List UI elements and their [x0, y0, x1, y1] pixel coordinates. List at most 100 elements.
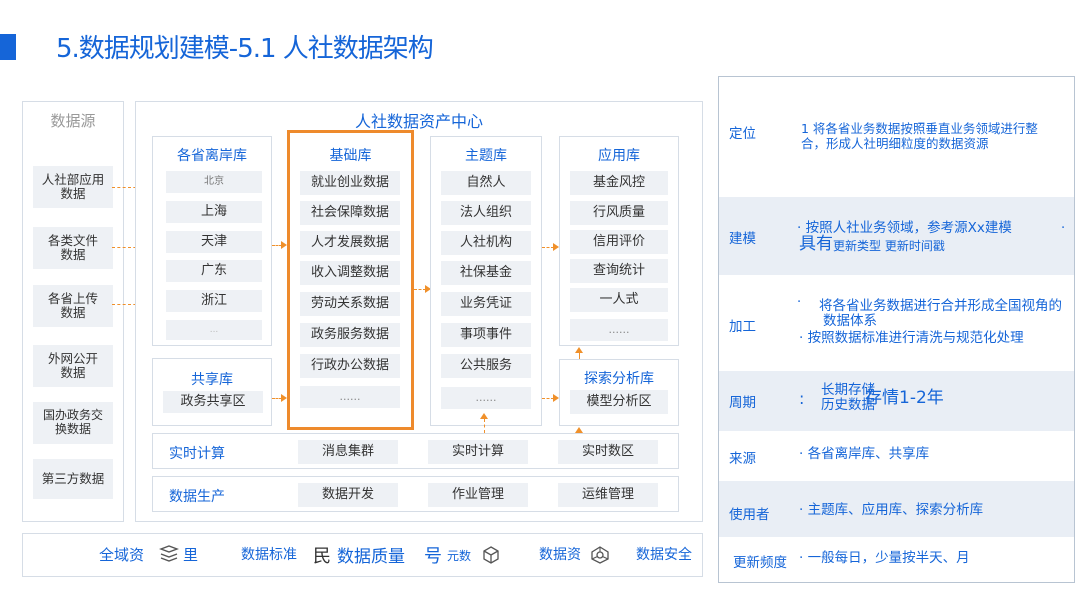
realtime-item: 实时数区	[558, 440, 658, 464]
data-source-panel: 数据源 人社部应用数据 各类文件数据 各省上传数据 外网公开数据 国办政务交换数…	[22, 101, 124, 522]
theme-item: 事项事件	[441, 323, 531, 347]
base-library: 基础库 就业创业数据 社会保障数据 人才发展数据 收入调整数据 劳动关系数据 政…	[287, 130, 414, 430]
provincial-library: 各省离岸库 北京 上海 天津 广东 浙江 ...	[152, 136, 272, 346]
governance-item: 全域资	[99, 546, 145, 564]
governance-item: 数据资	[539, 547, 581, 563]
info-row-source: 来源 · 各省离岸库、共享库	[719, 431, 1074, 481]
explore-library-header: 探索分析库	[584, 371, 654, 387]
governance-item: 数据质量	[337, 547, 405, 567]
source-item: 第三方数据	[33, 459, 113, 499]
theme-item: 公共服务	[441, 354, 531, 378]
info-row-label: 建模	[729, 231, 756, 247]
info-row-positioning: 定位 1 将各省业务数据按照垂直业务领域进行整 合，形成人社明细粒度的数据资源	[719, 77, 1074, 197]
realtime-item: 实时计算	[428, 440, 528, 464]
bullet-dot: ·	[1061, 221, 1066, 236]
info-row-label: 周期	[729, 395, 756, 411]
shared-library: 共享库 政务共享区	[152, 358, 272, 426]
app-item: 基金风控	[570, 171, 668, 195]
governance-item: 民	[313, 546, 331, 567]
info-row-label: 使用者	[729, 507, 770, 523]
data-asset-center-title: 人社数据资产中心	[354, 112, 483, 131]
app-item: 查询统计	[570, 259, 668, 283]
info-panel: 定位 1 将各省业务数据按照垂直业务领域进行整 合，形成人社明细粒度的数据资源 …	[718, 76, 1075, 583]
info-row-label: 更新频度	[733, 555, 787, 571]
info-row-label: 加工	[729, 319, 756, 335]
theme-item: 社保基金	[441, 261, 531, 285]
info-row-period: 周期 : 长期存储 历史数据 存情1-2年	[719, 371, 1074, 431]
theme-library: 主题库 自然人 法人组织 人社机构 社保基金 业务凭证 事项事件 公共服务 ..…	[430, 136, 542, 426]
data-source-header: 数据源	[50, 112, 96, 130]
base-item: 社会保障数据	[300, 201, 400, 225]
province-item: 北京	[166, 171, 262, 193]
app-library-header: 应用库	[598, 148, 640, 164]
cube-icon	[481, 545, 501, 569]
source-item: 各省上传数据	[33, 285, 113, 327]
info-row-text: 1 将各省业务数据按照垂直业务领域进行整	[801, 121, 1038, 136]
network-icon	[589, 545, 611, 569]
base-item: ......	[300, 386, 400, 408]
base-item: 政务服务数据	[300, 323, 400, 347]
info-row-text: 存情1-2年	[865, 388, 944, 408]
shared-item: 政务共享区	[163, 391, 263, 413]
realtime-item: 消息集群	[298, 440, 398, 464]
data-production-row: 数据生产 数据开发 作业管理 运维管理	[152, 476, 679, 512]
app-library: 应用库 基金风控 行风质量 信用评价 查询统计 一人式 ......	[559, 136, 679, 346]
province-item: 浙江	[166, 290, 262, 312]
source-item: 外网公开数据	[33, 345, 113, 387]
production-item: 运维管理	[558, 483, 658, 507]
governance-item: 元数	[447, 549, 472, 563]
info-row-text: 具有	[799, 234, 833, 254]
province-item: 天津	[166, 231, 262, 253]
info-row-text: · 一般每日，少量按半天、月	[799, 550, 970, 566]
app-item: 行风质量	[570, 201, 668, 225]
info-row-text: 数据体系	[823, 313, 877, 329]
info-row-text: 更新类型 更新时间戳	[833, 239, 945, 253]
provincial-library-header: 各省离岸库	[177, 148, 247, 164]
base-library-header: 基础库	[329, 148, 372, 164]
explore-item: 模型分析区	[570, 390, 668, 414]
base-item: 行政办公数据	[300, 354, 400, 378]
theme-library-header: 主题库	[465, 148, 507, 164]
source-item: 国办政务交换数据	[33, 402, 113, 444]
explore-library: 探索分析库 模型分析区	[559, 359, 679, 426]
theme-item: 法人组织	[441, 201, 531, 225]
base-item: 收入调整数据	[300, 261, 400, 285]
realtime-compute-label: 实时计算	[169, 446, 225, 462]
source-item: 人社部应用数据	[33, 166, 113, 208]
flow-arrow	[484, 419, 485, 433]
page-title: 5.数据规划建模-5.1 人社数据架构	[56, 34, 434, 64]
production-item: 数据开发	[298, 483, 398, 507]
theme-item: 人社机构	[441, 231, 531, 255]
info-row-text: · 主题库、应用库、探索分析库	[799, 502, 984, 518]
info-row-processing: 加工 · 将各省业务数据进行合并形成全国视角的 数据体系 · 按照数据标准进行清…	[719, 275, 1074, 371]
title-accent-bar	[0, 34, 16, 60]
realtime-compute-row: 实时计算 消息集群 实时计算 实时数区	[152, 433, 679, 469]
info-row-modeling: 建模 · 按照人社业务领域，参考源Xx建模 具有 更新类型 更新时间戳 ·	[719, 197, 1074, 275]
governance-item: 数据安全	[636, 547, 692, 563]
bullet-colon: :	[799, 389, 805, 408]
source-item: 各类文件数据	[33, 227, 113, 269]
data-production-label: 数据生产	[169, 489, 225, 505]
theme-item: ......	[441, 387, 531, 409]
app-item: ......	[570, 319, 668, 341]
governance-item: 数据标准	[241, 547, 297, 563]
governance-item: 里	[183, 546, 199, 564]
shared-library-header: 共享库	[191, 372, 233, 388]
base-item: 劳动关系数据	[300, 292, 400, 316]
theme-item: 业务凭证	[441, 292, 531, 316]
info-row-text: · 各省离岸库、共享库	[799, 446, 930, 462]
info-row-label: 定位	[729, 126, 756, 142]
bullet-dot: ·	[797, 295, 802, 310]
production-item: 作业管理	[428, 483, 528, 507]
app-item: 一人式	[570, 288, 668, 312]
governance-item: 号	[424, 546, 442, 567]
province-item: 上海	[166, 201, 262, 223]
province-item: ...	[166, 320, 262, 340]
info-row-label: 来源	[729, 451, 756, 467]
info-row-text: · 按照数据标准进行清洗与规范化处理	[799, 330, 1024, 346]
stack-icon	[159, 545, 179, 567]
base-item: 就业创业数据	[300, 171, 400, 195]
info-row-users: 使用者 · 主题库、应用库、探索分析库	[719, 481, 1074, 537]
app-item: 信用评价	[570, 230, 668, 254]
info-row-frequency: 更新频度 · 一般每日，少量按半天、月	[719, 537, 1074, 582]
